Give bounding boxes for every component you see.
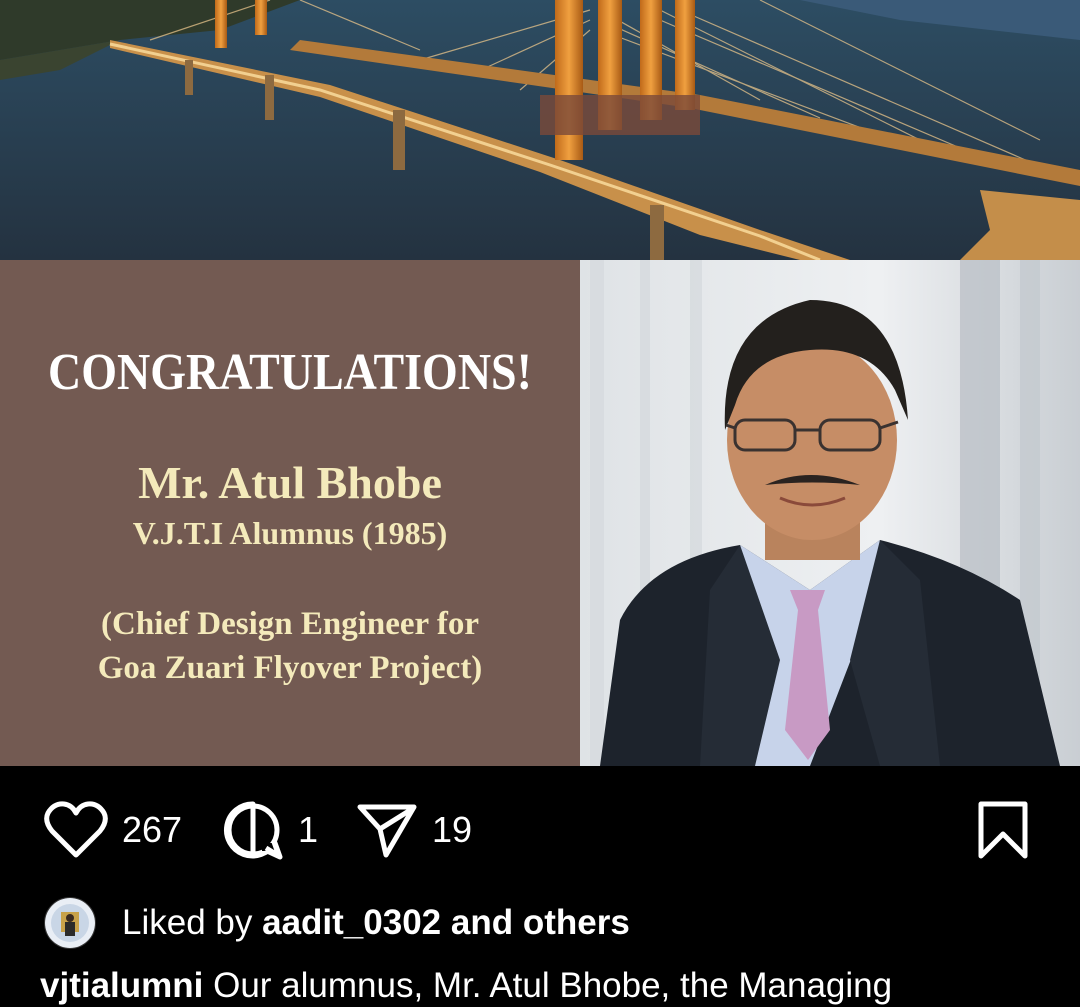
announcement-panel: CONGRATULATIONS! Mr. Atul Bhobe V.J.T.I … bbox=[0, 260, 580, 766]
save-button[interactable] bbox=[976, 790, 1030, 870]
caption: vjtialumni Our alumnus, Mr. Atul Bhobe, … bbox=[40, 966, 1080, 1006]
share-button[interactable]: 19 bbox=[356, 790, 472, 870]
share-icon[interactable] bbox=[356, 801, 418, 859]
alumnus-line: V.J.T.I Alumnus (1985) bbox=[132, 515, 448, 551]
person-name: Mr. Atul Bhobe bbox=[138, 457, 442, 508]
role-line-2: Goa Zuari Flyover Project) bbox=[97, 650, 483, 686]
bookmark-icon[interactable] bbox=[976, 800, 1030, 860]
caption-username[interactable]: vjtialumni bbox=[40, 966, 203, 1005]
portrait-photo bbox=[580, 260, 1080, 766]
like-count: 267 bbox=[122, 809, 183, 850]
like-button[interactable]: 267 bbox=[44, 790, 182, 870]
role-text: (Chief Design Engineer for Goa Zuari Fly… bbox=[0, 602, 580, 690]
liked-by-user[interactable]: aadit_0302 bbox=[262, 903, 441, 943]
comment-button[interactable]: 1 bbox=[222, 790, 318, 870]
comment-icon[interactable] bbox=[222, 799, 284, 861]
liked-by-prefix: Liked by bbox=[122, 903, 253, 942]
headline: CONGRATULATIONS! bbox=[48, 343, 532, 401]
post-image[interactable]: CONGRATULATIONS! Mr. Atul Bhobe V.J.T.I … bbox=[0, 0, 1080, 766]
portrait-panel bbox=[580, 260, 1080, 766]
liked-by-row[interactable]: Liked by aadit_0302 and others bbox=[44, 896, 630, 950]
share-count: 19 bbox=[432, 809, 473, 850]
action-bar: 267 1 19 bbox=[0, 790, 1080, 870]
bridge-photo bbox=[0, 0, 1080, 260]
comment-count: 1 bbox=[298, 809, 319, 850]
heart-icon[interactable] bbox=[44, 801, 108, 859]
liker-avatar[interactable] bbox=[44, 897, 96, 949]
caption-text: Our alumnus, Mr. Atul Bhobe, the Managin… bbox=[213, 966, 893, 1005]
liked-by-suffix[interactable]: and others bbox=[451, 903, 630, 943]
role-line-1: (Chief Design Engineer for bbox=[101, 606, 479, 642]
